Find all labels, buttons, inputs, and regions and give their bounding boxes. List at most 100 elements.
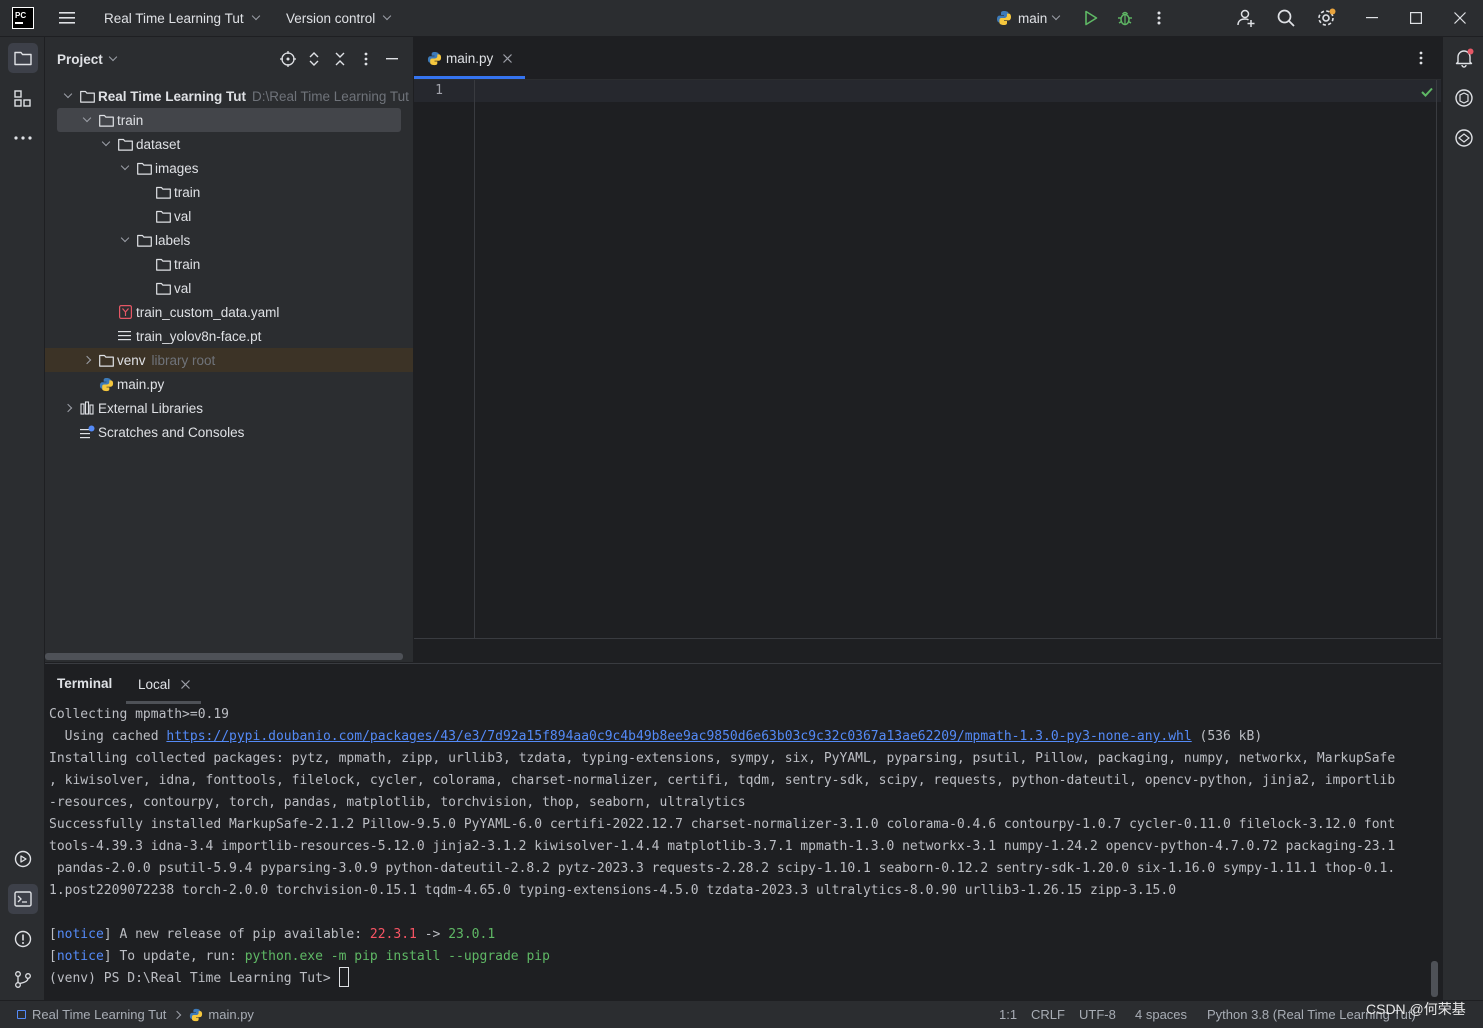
terminal-title: Terminal (57, 676, 113, 691)
code-with-me-icon[interactable] (1235, 7, 1257, 29)
terminal-output-line: Collecting mpmath>=0.19 (49, 707, 230, 722)
tree-item-label: val (174, 208, 192, 224)
project-tool-window: Project Real Time Learning Tut D:\Real T… (45, 37, 414, 662)
locate-file-icon[interactable] (279, 50, 297, 68)
tree-item-images-val[interactable]: val (45, 204, 413, 228)
terminal-output-line: -resources, contourpy, torch, pandas, ma… (49, 795, 746, 810)
more-actions-icon[interactable] (1149, 8, 1169, 28)
package-url-link[interactable]: https://pypi.doubanio.com/packages/43/e3… (166, 729, 1191, 744)
terminal-notice-line: [notice] A new release of pip available:… (49, 927, 496, 942)
terminal-output-line: , kiwisolver, idna, fonttools, filelock,… (49, 773, 1396, 788)
python-icon (997, 11, 1011, 25)
project-switcher-label: Real Time Learning Tut (104, 10, 244, 26)
ai-assistant-icon[interactable] (1451, 85, 1477, 111)
tab-actions-icon[interactable] (1412, 49, 1430, 67)
project-view-selector[interactable]: Project (57, 49, 118, 69)
tree-item-library-hint: library root (151, 352, 216, 368)
more-tool-windows-icon[interactable] (8, 123, 38, 153)
terminal-output-line: Successfully installed MarkupSafe-2.1.2 … (49, 817, 1396, 832)
run-icon[interactable] (1081, 8, 1101, 28)
notice-tag: notice (56, 927, 104, 942)
options-menu-icon[interactable] (357, 50, 375, 68)
search-icon[interactable] (1275, 7, 1297, 29)
vcs-widget[interactable]: Version control (286, 0, 392, 36)
indent-setting[interactable]: 4 spaces (1135, 1001, 1187, 1028)
chevron-down-icon (383, 11, 392, 21)
terminal-output-line: Installing collected packages: pytz, mpm… (49, 751, 1396, 766)
folder-icon (98, 112, 114, 128)
folder-icon (155, 208, 171, 224)
tree-item-labels-val[interactable]: val (45, 276, 413, 300)
vcs-label: Version control (286, 10, 376, 26)
folder-icon (79, 88, 95, 104)
terminal-tab-label: Local (138, 676, 171, 692)
breadcrumb-file[interactable]: main.py (208, 1007, 254, 1022)
current-line-highlight (414, 80, 1441, 102)
horizontal-scrollbar[interactable] (45, 653, 403, 660)
tree-item-train[interactable]: train (45, 108, 413, 132)
terminal-prompt-line[interactable]: (venv) PS D:\Real Time Learning Tut> (49, 967, 349, 990)
notifications-bell-icon[interactable] (1451, 45, 1477, 71)
upgrade-command: python.exe -m pip install --upgrade pip (244, 949, 550, 964)
minimize-icon[interactable] (1362, 8, 1382, 28)
tab-label: main.py (446, 50, 494, 66)
project-panel-title: Project (57, 51, 103, 67)
caret-position[interactable]: 1:1 (999, 1001, 1017, 1028)
breadcrumb: Real Time Learning Tut main.py (17, 1001, 254, 1028)
hide-panel-icon[interactable] (383, 50, 401, 68)
structure-icon[interactable] (8, 84, 38, 114)
tree-item-labels[interactable]: labels (45, 228, 413, 252)
shell-prompt: (venv) PS D:\Real Time Learning Tut> (49, 971, 339, 986)
expand-all-icon[interactable] (305, 50, 323, 68)
maximize-icon[interactable] (1406, 8, 1426, 28)
terminal-tool-icon[interactable] (8, 884, 38, 914)
terminal-scrollbar[interactable] (1431, 961, 1438, 997)
project-switcher[interactable]: Real Time Learning Tut (104, 0, 260, 36)
tree-item-label: train (174, 184, 201, 200)
terminal-notice-line: [notice] To update, run: python.exe -m p… (49, 949, 550, 964)
close-tab-icon[interactable] (503, 53, 513, 63)
tree-item-project-root[interactable]: Real Time Learning Tut D:\Real Time Lear… (45, 84, 413, 108)
line-separator[interactable]: CRLF (1031, 1001, 1065, 1028)
plugin-tool-icon[interactable] (1451, 125, 1477, 151)
tree-item-external-libraries[interactable]: External Libraries (45, 396, 413, 420)
tree-item-images-train[interactable]: train (45, 180, 413, 204)
folder-icon (117, 136, 133, 152)
folder-icon (155, 256, 171, 272)
tree-item-venv[interactable]: venv library root (45, 348, 413, 372)
tree-item-labels-train[interactable]: train (45, 252, 413, 276)
run-config-label: main (1018, 10, 1048, 26)
tab-local[interactable]: Local (126, 664, 201, 704)
tab-main-py[interactable]: main.py (414, 37, 525, 79)
problems-icon[interactable] (8, 924, 38, 954)
inspection-ok-check-icon[interactable] (1420, 85, 1434, 99)
project-tool-folder-icon[interactable] (8, 43, 38, 73)
editor-area (414, 37, 1441, 662)
tree-item-label: venv (117, 352, 146, 368)
breadcrumb-project[interactable]: Real Time Learning Tut (32, 1007, 166, 1022)
tree-item-yaml-file[interactable]: train_custom_data.yaml (45, 300, 413, 324)
close-window-icon[interactable] (1450, 8, 1470, 28)
run-config-selector[interactable]: main (996, 0, 1061, 36)
chevron-down-icon (101, 137, 111, 147)
terminal-cursor[interactable] (338, 967, 349, 987)
debug-icon[interactable] (1115, 8, 1135, 28)
tree-item-main-py[interactable]: main.py (45, 372, 413, 396)
close-terminal-tab-icon[interactable] (181, 679, 191, 689)
git-branch-icon[interactable] (8, 964, 38, 994)
pycharm-logo-icon[interactable]: PC (12, 7, 34, 29)
tree-item-pt-file[interactable]: train_yolov8n-face.pt (45, 324, 413, 348)
tree-item-dataset[interactable]: dataset (45, 132, 413, 156)
file-encoding[interactable]: UTF-8 (1079, 1001, 1116, 1028)
yaml-file-icon (117, 304, 133, 320)
services-icon[interactable] (8, 844, 38, 874)
scratches-icon (79, 424, 95, 440)
tree-item-label: train (174, 256, 201, 272)
settings-gear-icon[interactable] (1315, 7, 1337, 29)
chevron-right-icon (63, 403, 73, 413)
main-menu-icon[interactable] (58, 8, 78, 28)
tree-item-images[interactable]: images (45, 156, 413, 180)
collapse-all-icon[interactable] (331, 50, 349, 68)
tree-item-scratches[interactable]: Scratches and Consoles (45, 420, 413, 444)
terminal-text: Using cached (49, 729, 167, 744)
